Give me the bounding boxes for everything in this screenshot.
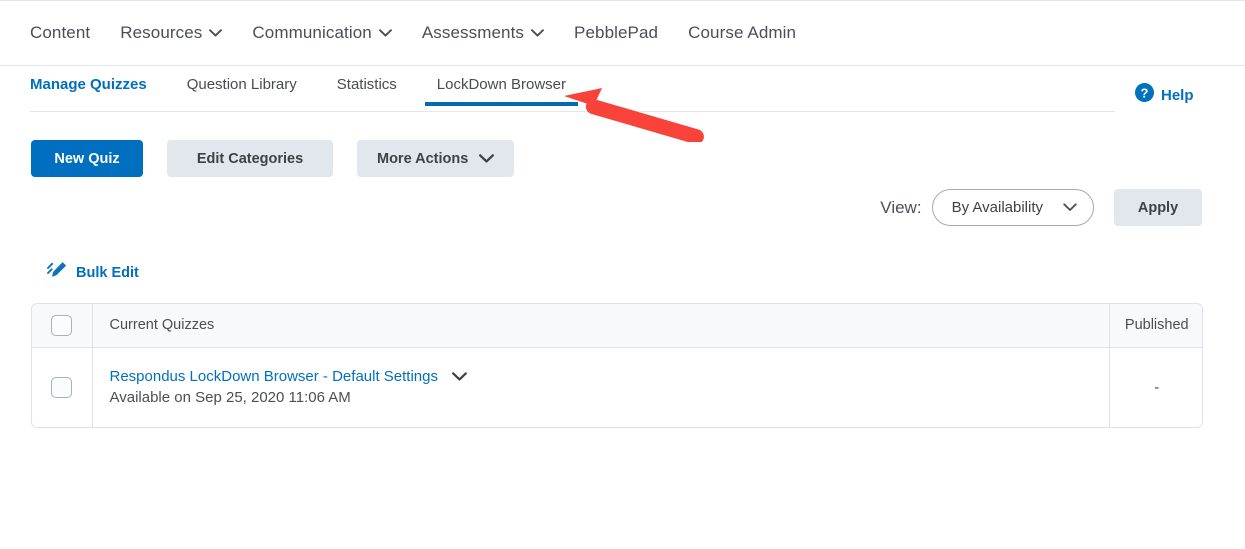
quiz-toolbar: New Quiz Edit Categories More Actions	[31, 140, 515, 177]
top-navigation-bar: Content Resources Communication Assessme…	[0, 0, 1245, 66]
bulk-edit-link[interactable]: Bulk Edit	[47, 261, 139, 285]
tab-list: Manage Quizzes Question Library Statisti…	[30, 76, 1115, 112]
apply-label: Apply	[1137, 199, 1179, 216]
top-nav-item-resources[interactable]: Resources	[120, 23, 223, 43]
published-header: Published	[1108, 304, 1202, 348]
apply-button[interactable]: Apply	[1114, 189, 1202, 226]
more-actions-button[interactable]: More Actions	[357, 140, 515, 177]
pencil-edit-icon	[47, 261, 68, 285]
help-circle-icon: ?	[1135, 83, 1154, 107]
chevron-down-icon	[378, 29, 392, 37]
quiz-title-row: Respondus LockDown Browser - Default Set…	[110, 368, 1109, 385]
chevron-down-icon[interactable]	[452, 372, 467, 381]
tab-label: Question Library	[186, 76, 297, 93]
view-label: View:	[880, 197, 922, 217]
new-quiz-label: New Quiz	[54, 150, 120, 167]
bulk-edit-label: Bulk Edit	[76, 265, 139, 281]
quiz-name-cell: Respondus LockDown Browser - Default Set…	[92, 347, 1109, 427]
tab-label: Statistics	[336, 76, 397, 93]
view-controls: View: By Availability Apply	[0, 189, 1202, 226]
top-nav-item-course-admin[interactable]: Course Admin	[688, 23, 796, 43]
top-nav-label: Resources	[120, 23, 203, 42]
select-all-checkbox[interactable]	[51, 314, 73, 336]
view-select-value: By Availability	[951, 199, 1043, 216]
edit-categories-label: Edit Categories	[196, 150, 304, 167]
table-header-row: Current Quizzes Published	[32, 304, 1202, 348]
table-row: Respondus LockDown Browser - Default Set…	[32, 347, 1202, 427]
more-actions-label: More Actions	[377, 150, 469, 167]
top-nav-label: Content	[30, 23, 91, 42]
row-select-cell	[32, 347, 93, 427]
tab-label: LockDown Browser	[436, 76, 566, 93]
published-value: -	[1154, 378, 1160, 396]
top-nav-item-communication[interactable]: Communication	[252, 23, 392, 43]
chevron-down-icon	[209, 29, 223, 37]
new-quiz-button[interactable]: New Quiz	[31, 140, 143, 177]
quiz-published-cell: -	[1108, 347, 1202, 427]
help-label: Help	[1161, 86, 1194, 104]
help-link[interactable]: ? Help	[1135, 83, 1194, 107]
chevron-down-icon	[1063, 203, 1077, 212]
tab-label: Manage Quizzes	[30, 76, 147, 93]
top-nav-item-pebblepad[interactable]: PebblePad	[574, 23, 658, 43]
top-nav-label: PebblePad	[574, 23, 659, 42]
view-select-dropdown[interactable]: By Availability	[931, 189, 1094, 226]
svg-text:?: ?	[1141, 85, 1149, 100]
quiz-tabs-bar: Manage Quizzes Question Library Statisti…	[30, 76, 1115, 114]
top-nav-label: Communication	[252, 23, 372, 42]
tab-statistics[interactable]: Statistics	[325, 76, 409, 105]
select-all-header	[32, 304, 93, 348]
tab-question-library[interactable]: Question Library	[175, 76, 309, 105]
quiz-availability-text: Available on Sep 25, 2020 11:06 AM	[109, 389, 351, 407]
current-quizzes-header: Current Quizzes	[92, 304, 1109, 348]
row-checkbox[interactable]	[51, 376, 73, 398]
top-nav-item-content[interactable]: Content	[30, 23, 90, 43]
top-nav-label: Course Admin	[688, 23, 797, 42]
edit-categories-button[interactable]: Edit Categories	[167, 140, 333, 177]
chevron-down-icon	[479, 154, 495, 163]
quiz-title-link[interactable]: Respondus LockDown Browser - Default Set…	[110, 368, 439, 385]
chevron-down-icon	[531, 29, 544, 37]
tab-lockdown-browser[interactable]: LockDown Browser	[424, 76, 579, 106]
current-quizzes-table: Current Quizzes Published Respondus Lock…	[31, 303, 1203, 428]
top-nav-label: Assessments	[421, 23, 525, 42]
top-nav-item-assessments[interactable]: Assessments	[422, 23, 544, 43]
tab-manage-quizzes[interactable]: Manage Quizzes	[20, 76, 159, 105]
